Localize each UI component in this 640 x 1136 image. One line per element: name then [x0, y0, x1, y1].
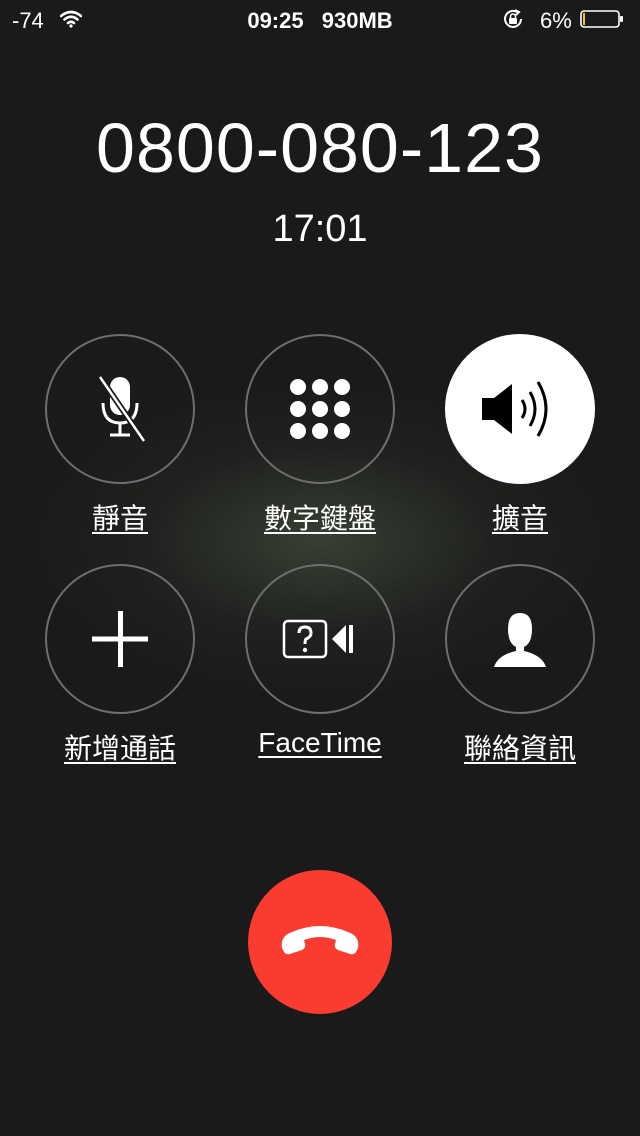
keypad-button[interactable] — [245, 334, 395, 484]
mute-label[interactable]: 靜音 — [20, 497, 220, 537]
status-bar: -74 09:25 930MB 6% — [0, 0, 640, 40]
speaker-label[interactable]: 擴音 — [420, 497, 620, 537]
rotation-lock-icon — [504, 9, 522, 28]
facetime-button[interactable] — [245, 564, 395, 714]
facetime-label[interactable]: FaceTime — [220, 727, 420, 759]
battery-icon — [580, 10, 623, 28]
microphone-muted-icon — [97, 375, 147, 443]
contact-person-icon — [494, 613, 546, 667]
contacts-label[interactable]: 聯絡資訊 — [420, 727, 620, 767]
add-call-label[interactable]: 新增通話 — [20, 727, 220, 767]
speaker-button[interactable] — [445, 334, 595, 484]
keypad-label[interactable]: 數字鍵盤 — [220, 497, 420, 537]
status-time: 09:25 — [247, 8, 304, 33]
end-call-button[interactable] — [248, 870, 392, 1014]
battery-percent: 6% — [540, 8, 572, 33]
facetime-unavailable-icon — [282, 619, 353, 659]
phone-hangup-icon — [281, 926, 359, 955]
call-duration: 17:01 — [272, 208, 368, 250]
keypad-icon — [290, 379, 350, 439]
memory-usage: 930MB — [321, 8, 393, 33]
contacts-button[interactable] — [445, 564, 595, 714]
speaker-icon — [482, 381, 548, 437]
phone-number: 0800-080-123 — [96, 109, 544, 187]
mute-button[interactable] — [45, 334, 195, 484]
plus-icon — [92, 611, 148, 667]
add-call-button[interactable] — [45, 564, 195, 714]
